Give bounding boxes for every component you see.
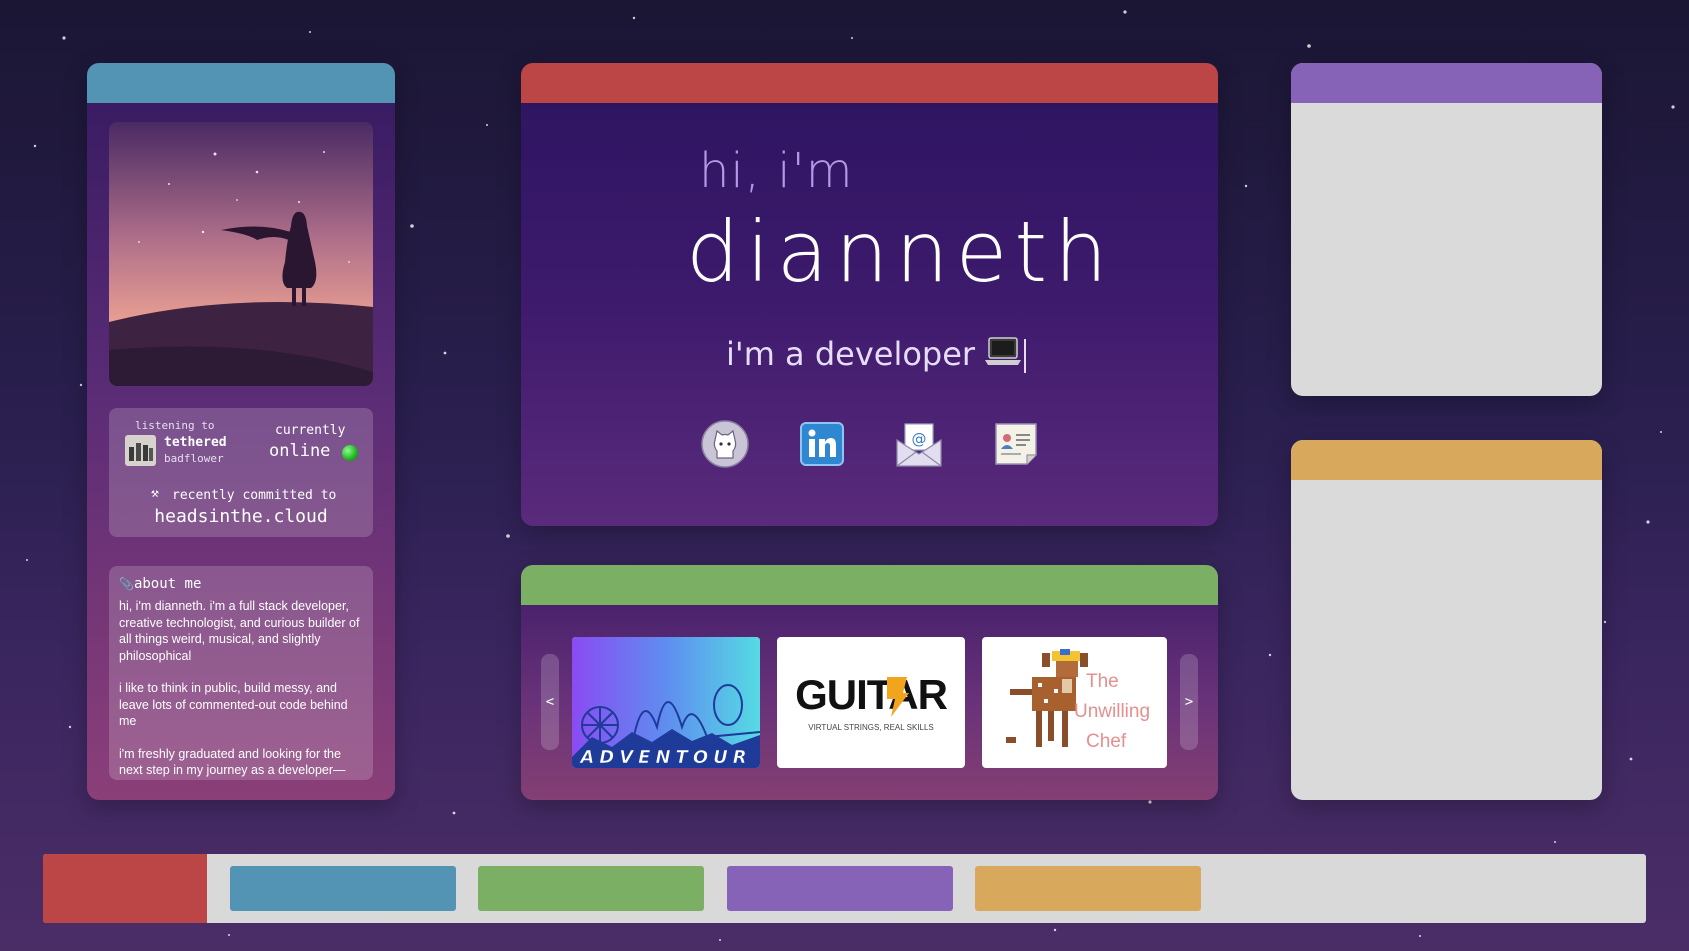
online-status: online [269, 441, 331, 461]
typing-cursor [1024, 339, 1027, 373]
hero-window-titlebar[interactable] [521, 63, 1218, 103]
hero-role-text: i'm a developer [726, 335, 976, 373]
hero-greeting: hi, i'm [699, 143, 854, 199]
profile-artwork [109, 122, 373, 386]
song-artist: badflower [164, 452, 224, 465]
svg-text:@: @ [912, 430, 927, 448]
unwilling-chef-title: The Unwilling Chef [1074, 667, 1150, 757]
hammer-wrench-icon: ⚒ [151, 486, 159, 501]
profile-window: listening to tethered badflower currentl… [87, 63, 395, 800]
about-paragraph: i'm freshly graduated and looking for th… [119, 746, 346, 778]
repo-link[interactable]: headsinthe.cloud [109, 506, 373, 527]
project-card-adventour[interactable]: ADVENTOUR [572, 637, 760, 768]
about-paragraph: i like to think in public, build messy, … [119, 681, 348, 728]
commit-label: recently committed to [172, 488, 337, 503]
about-title-text: about me [133, 576, 202, 592]
taskbar [43, 854, 1646, 923]
unwilling-chef-title-line: Unwilling [1074, 701, 1151, 722]
hero-window: hi, i'm dianneth i'm a developer @ [521, 63, 1218, 526]
projects-window-titlebar[interactable] [521, 565, 1218, 605]
about-card[interactable]: 📎about me hi, i'm dianneth. i'm a full s… [109, 566, 373, 780]
resume-icon [995, 423, 1037, 465]
unwilling-chef-title-line: The [1086, 671, 1119, 692]
currently-label: currently [275, 423, 346, 438]
orange-window [1291, 440, 1602, 800]
guitar-icon [887, 677, 909, 717]
status-card: listening to tethered badflower currentl… [109, 408, 373, 537]
laptop-icon [985, 336, 1022, 376]
taskbar-item-purple-window[interactable] [727, 866, 953, 911]
purple-window-titlebar[interactable] [1291, 63, 1602, 103]
project-card-guitar[interactable]: GUITAR VIRTUAL STRINGS, REAL SKILLS [777, 637, 965, 768]
unwilling-chef-title-line: Chef [1086, 731, 1127, 752]
projects-window: < ADVENTOUR GUITAR VIRTUAL STRINGS, REAL… [521, 565, 1218, 800]
email-icon: @ [896, 423, 942, 467]
carousel-next-button[interactable]: > [1180, 654, 1198, 750]
about-title: 📎about me [119, 576, 201, 592]
online-indicator-icon [342, 445, 358, 461]
github-button[interactable] [700, 419, 750, 469]
email-button[interactable]: @ [894, 419, 944, 469]
adventour-logo-text: ADVENTOUR [578, 747, 751, 768]
paperclip-icon: 📎 [119, 577, 134, 591]
guitar-tagline: VIRTUAL STRINGS, REAL SKILLS [808, 723, 934, 732]
hero-role: i'm a developer [726, 335, 1027, 376]
purple-window [1291, 63, 1602, 396]
carousel-prev-button[interactable]: < [541, 654, 559, 750]
about-body: hi, i'm dianneth. i'm a full stack devel… [119, 598, 364, 780]
hero-name: dianneth [686, 203, 1115, 301]
taskbar-item-projects[interactable] [478, 866, 704, 911]
profile-window-titlebar[interactable] [87, 63, 395, 103]
orange-window-titlebar[interactable] [1291, 440, 1602, 480]
taskbar-item-profile[interactable] [230, 866, 456, 911]
resume-button[interactable] [991, 419, 1041, 469]
song-title[interactable]: tethered [164, 435, 227, 450]
project-card-unwilling-chef[interactable]: The Unwilling Chef [982, 637, 1167, 768]
listening-label: listening to [135, 419, 215, 432]
about-paragraph: hi, i'm dianneth. i'm a full stack devel… [119, 599, 360, 663]
linkedin-icon [800, 422, 844, 466]
album-cover[interactable] [125, 435, 156, 466]
github-icon [701, 420, 749, 468]
guitar-logo-text: GUITAR [795, 671, 948, 718]
linkedin-button[interactable] [797, 419, 847, 469]
taskbar-item-orange-window[interactable] [975, 866, 1201, 911]
taskbar-start-button[interactable] [43, 854, 207, 923]
